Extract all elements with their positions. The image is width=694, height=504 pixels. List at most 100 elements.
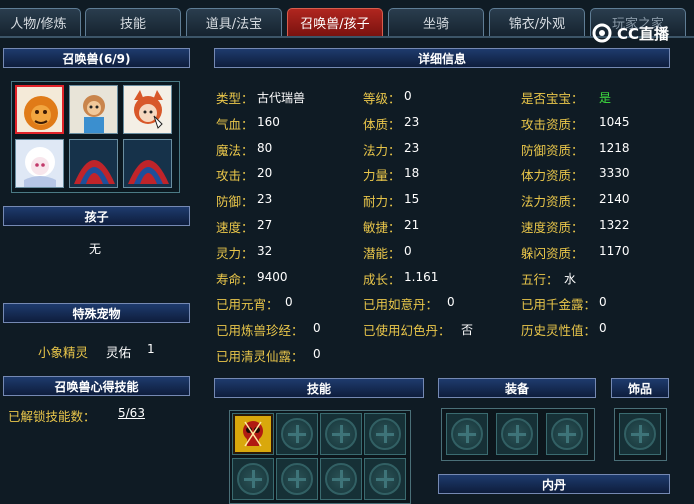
skill-slot-2[interactable]	[276, 413, 318, 455]
stat-label: 速度资质：	[521, 220, 584, 235]
skills-title: 技能	[306, 381, 331, 396]
stat-label: 气血：	[216, 117, 254, 132]
equipment-slot-2[interactable]	[496, 413, 538, 455]
special-pet-value: 1	[147, 342, 155, 356]
detail-section-header: 详细信息	[214, 48, 670, 68]
stat-value: 1.161	[404, 270, 439, 284]
stat-value: 3330	[599, 166, 630, 180]
empty-slot-icon	[451, 418, 483, 450]
special-pet-label: 灵佑	[106, 345, 132, 360]
cc-logo-icon	[592, 23, 612, 43]
tab-items-treasures[interactable]: 道具/法宝	[186, 8, 282, 36]
tab-character-cultivation[interactable]: 人物/修炼	[0, 8, 81, 36]
tab-label: 技能	[119, 17, 146, 32]
unlocked-skills-count-link[interactable]: 5/63	[118, 406, 145, 420]
stat-label: 等级：	[363, 91, 401, 106]
stat-value: 1170	[599, 244, 630, 258]
stat-value: 0	[404, 89, 412, 103]
equipment-slot-1[interactable]	[446, 413, 488, 455]
empty-slot-icon	[237, 463, 269, 495]
pet-slot-6[interactable]	[123, 139, 172, 188]
pets-title: 召唤兽(6/9)	[62, 51, 131, 66]
stat-label: 是否宝宝：	[521, 91, 584, 106]
ornament-slot[interactable]	[619, 413, 661, 455]
stat-value: 0	[599, 321, 607, 335]
tab-label: 召唤兽/孩子	[300, 17, 370, 32]
stat-label: 敏捷：	[363, 220, 401, 235]
pet-slot-5[interactable]	[69, 139, 118, 188]
stat-label: 速度：	[216, 220, 254, 235]
equipment-slot-3[interactable]	[546, 413, 588, 455]
inner-pill-section-header: 内丹	[438, 474, 670, 494]
tab-divider	[0, 36, 694, 38]
stat-value: 160	[257, 115, 280, 129]
pet-slot-4[interactable]	[15, 139, 64, 188]
equipment-title: 装备	[504, 381, 529, 396]
pet-insight-skills-title: 召唤兽心得技能	[54, 379, 139, 394]
stat-label: 法力：	[363, 143, 401, 158]
empty-slot-icon	[325, 418, 357, 450]
stat-label: 攻击：	[216, 168, 254, 183]
skill-slot-3[interactable]	[320, 413, 362, 455]
pet-slot-1[interactable]	[15, 85, 64, 134]
child-title: 孩子	[84, 209, 109, 224]
pet-slot-3[interactable]	[123, 85, 172, 134]
stat-value: 21	[404, 218, 420, 232]
stat-value: 是	[599, 91, 612, 105]
stat-value: 0	[313, 321, 321, 335]
skill-slot-5[interactable]	[232, 458, 274, 500]
ornament-section-header: 饰品	[611, 378, 669, 398]
skill-slot-7[interactable]	[320, 458, 362, 500]
stat-label: 魔法：	[216, 143, 254, 158]
empty-slot-icon	[624, 418, 656, 450]
stat-label: 已用如意丹：	[363, 297, 439, 312]
watermark-text: CC直播	[617, 24, 670, 43]
stat-value: 否	[461, 323, 474, 337]
child-value: 无	[89, 242, 102, 256]
pet-feather-fan-icon	[70, 140, 117, 187]
skill-slot-1[interactable]	[232, 413, 274, 455]
stat-value: 1218	[599, 141, 630, 155]
special-pet-title: 特殊宠物	[72, 306, 121, 321]
stat-label: 力量：	[363, 168, 401, 183]
skill-slot-8[interactable]	[364, 458, 406, 500]
unlocked-skills-label: 已解锁技能数：	[8, 409, 96, 424]
tab-outfits-appearance[interactable]: 锦衣/外观	[489, 8, 585, 36]
pet-fox-girl-icon	[124, 86, 171, 133]
empty-slot-icon	[281, 463, 313, 495]
ornament-title: 饰品	[627, 381, 652, 396]
skill-slot-6[interactable]	[276, 458, 318, 500]
stat-label: 五行：	[521, 272, 559, 287]
stat-value: 15	[404, 192, 420, 206]
pet-slot-2[interactable]	[69, 85, 118, 134]
pet-white-hair-girl-icon	[16, 140, 63, 187]
stat-label: 体力资质：	[521, 168, 584, 183]
detail-title: 详细信息	[417, 51, 466, 66]
stat-label: 潜能：	[363, 246, 401, 261]
stat-label: 已用清灵仙露：	[216, 349, 304, 364]
stat-label: 耐力：	[363, 194, 401, 209]
stat-value: 23	[404, 141, 420, 155]
special-pet-name: 小象精灵	[38, 345, 89, 360]
child-section-header: 孩子	[3, 206, 190, 226]
stat-value: 0	[313, 347, 321, 361]
empty-slot-icon	[325, 463, 357, 495]
stat-value: 27	[257, 218, 273, 232]
skills-section-header: 技能	[214, 378, 424, 398]
empty-slot-icon	[281, 418, 313, 450]
pet-monkey-warrior-icon	[70, 86, 117, 133]
tab-pets-children[interactable]: 召唤兽/孩子	[287, 8, 383, 36]
stat-label: 成长：	[363, 272, 401, 287]
empty-slot-icon	[369, 418, 401, 450]
empty-slot-icon	[369, 463, 401, 495]
watermark: CC直播	[592, 22, 688, 44]
stat-value: 0	[285, 295, 293, 309]
stat-label: 类型：	[216, 91, 254, 106]
stat-value: 23	[257, 192, 273, 206]
tab-label: 人物/修炼	[10, 17, 67, 32]
stat-value: 1322	[599, 218, 630, 232]
tab-skills[interactable]: 技能	[85, 8, 181, 36]
stat-value: 32	[257, 244, 273, 258]
tab-mounts[interactable]: 坐骑	[388, 8, 484, 36]
skill-slot-4[interactable]	[364, 413, 406, 455]
